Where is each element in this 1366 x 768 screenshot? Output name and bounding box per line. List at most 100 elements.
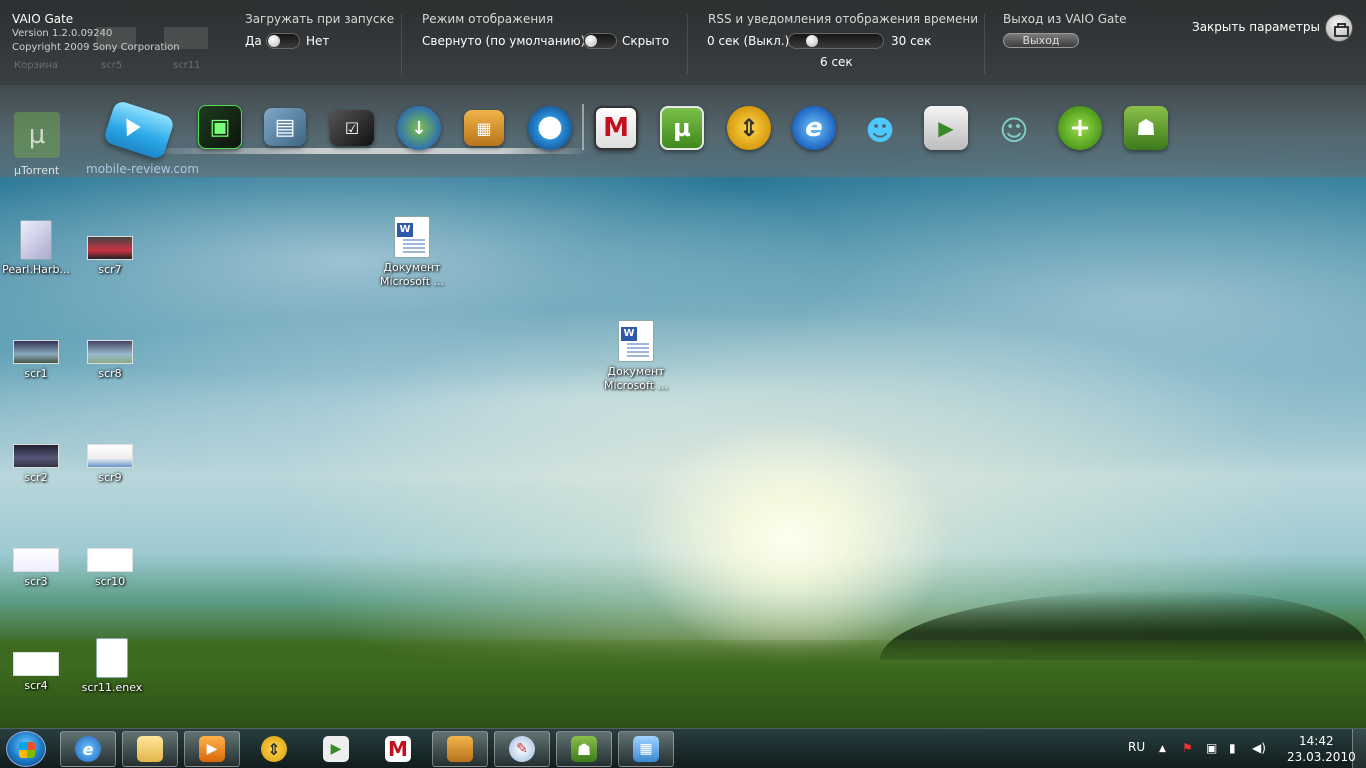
display-mode-collapsed-label: Свернуто (по умолчанию) [422, 34, 586, 48]
show-desktop-button[interactable] [1352, 729, 1366, 768]
desktop-icon-label: scr9 [98, 471, 122, 484]
taskbar-evernote[interactable]: ☗ [556, 731, 612, 767]
clock-time[interactable]: 14:42 [1299, 734, 1334, 748]
rss-max-label: 30 сек [891, 34, 932, 48]
autostart-yes-label: Да [245, 34, 262, 48]
image-thumbnail-icon [13, 444, 59, 468]
image-thumbnail-icon [13, 548, 59, 572]
mcafee-icon: M [385, 736, 411, 762]
volume-icon[interactable]: ◀) [1252, 741, 1266, 755]
language-indicator[interactable]: RU [1128, 740, 1145, 754]
desktop-icon-scr9[interactable]: scr9 [72, 444, 148, 485]
desktop-icon-label: Документ [607, 365, 665, 378]
divider [984, 14, 985, 74]
autostart-toggle[interactable] [266, 33, 300, 49]
desktop-icon-label: Pearl.Harb... [2, 263, 70, 276]
display-mode-toggle[interactable] [583, 33, 617, 49]
desktop-icon-label: scr7 [98, 263, 122, 276]
desktop-icon-label: Документ [383, 261, 441, 274]
taskbar-explorer[interactable] [122, 731, 178, 767]
desktop-icon-scr2[interactable]: scr2 [0, 444, 74, 485]
exit-button[interactable]: Выход [1003, 33, 1079, 48]
desktop-icon-label: scr10 [94, 575, 126, 588]
start-button[interactable] [6, 731, 46, 767]
ghost-label-scr5: scr5 [101, 60, 123, 71]
utorrent-desktop-ghost-icon: µ [14, 112, 60, 158]
taskbar-internet-explorer[interactable]: e [60, 731, 116, 767]
mcafee-icon[interactable]: M [594, 106, 638, 150]
contacts-icon[interactable]: ☺ [992, 108, 1036, 152]
desktop-icon-label: scr2 [24, 471, 48, 484]
evernote-icon: ☗ [571, 736, 597, 762]
photo-viewer-icon[interactable]: ▤ [264, 108, 306, 146]
media-player-icon: ▶ [199, 736, 225, 762]
taskbar-mcafee[interactable]: M [370, 731, 426, 767]
paint-palette-icon: ✎ [509, 736, 535, 762]
internet-explorer-icon: e [75, 736, 101, 762]
taskbar-bittorrent[interactable]: ⇕ [246, 731, 302, 767]
control-panel-icon: ▦ [633, 736, 659, 762]
add-item-icon[interactable]: + [1058, 106, 1102, 150]
toolbox-icon[interactable] [1325, 14, 1353, 42]
package-icon[interactable]: ▦ [464, 110, 504, 146]
slider-thumb[interactable] [806, 35, 818, 47]
rss-duration-slider[interactable] [788, 33, 884, 49]
power-icon[interactable]: ▣ [1206, 741, 1217, 755]
clock-date[interactable]: 23.03.2010 [1287, 750, 1356, 764]
network-signal-icon[interactable]: ▮ [1229, 741, 1236, 755]
flag-icon[interactable]: ⚑ [1182, 741, 1193, 755]
image-thumbnail-icon [87, 340, 133, 364]
desktop-icon-label: scr8 [98, 367, 122, 380]
close-params-link[interactable]: Закрыть параметры [1192, 20, 1320, 34]
taskbar-control-panel[interactable]: ▦ [618, 731, 674, 767]
desktop-icon-scr10[interactable]: scr10 [72, 548, 148, 589]
divider [401, 14, 402, 74]
divider [687, 14, 688, 74]
internet-explorer-icon[interactable]: e [792, 106, 836, 150]
rss-min-label: 0 сек (Выкл.) [707, 34, 790, 48]
desktop-icon-label: scr1 [24, 367, 48, 380]
image-thumbnail-icon [13, 652, 59, 676]
desktop-icon-word-doc-1[interactable]: W Документ Microsoft ... [374, 216, 450, 289]
media-center-icon[interactable]: ▶ [924, 106, 968, 150]
desktop-icon-pearl-harbor[interactable]: Pearl.Harb... [0, 220, 74, 277]
sync-icon[interactable] [528, 106, 572, 150]
utorrent-icon[interactable]: µ [660, 106, 704, 150]
desktop-icon-word-doc-2[interactable]: W Документ Microsoft ... [598, 320, 674, 393]
messenger-icon[interactable]: ☻ [858, 108, 902, 152]
bittorrent-icon: ⇕ [261, 736, 287, 762]
image-thumbnail-icon [87, 236, 133, 260]
watermark-text: mobile-review.com [86, 162, 200, 176]
show-hidden-icons-icon[interactable]: ▲ [1159, 744, 1166, 754]
evernote-icon[interactable]: ☗ [1124, 106, 1168, 150]
web-download-icon[interactable]: ↓ [397, 106, 441, 150]
desktop-icon-scr1[interactable]: scr1 [0, 340, 74, 381]
image-thumbnail-icon [87, 548, 133, 572]
word-document-icon: W [394, 216, 430, 258]
desktop-icon-scr4[interactable]: scr4 [0, 652, 74, 693]
desktop-icon-label: Microsoft ... [379, 275, 445, 288]
desktop-icon-label: Microsoft ... [603, 379, 669, 392]
ghost-label-recycle-bin: Корзина [14, 60, 59, 71]
desktop-icon-scr8[interactable]: scr8 [72, 340, 148, 381]
desktop-icon-label: scr3 [24, 575, 48, 588]
word-document-icon: W [618, 320, 654, 362]
media-gallery-icon[interactable]: ▣ [198, 105, 242, 149]
autostart-no-label: Нет [306, 34, 330, 48]
bittorrent-icon[interactable]: ⇕ [727, 106, 771, 150]
taskbar-media-center[interactable]: ▶ [308, 731, 364, 767]
taskbar-package[interactable] [432, 731, 488, 767]
desktop-icon-scr11-enex[interactable]: scr11.enex [74, 638, 150, 695]
rss-heading: RSS и уведомления отображения времени [708, 12, 979, 26]
taskbar-media-player[interactable]: ▶ [184, 731, 240, 767]
toggle-knob [585, 35, 597, 47]
taskbar-paint[interactable]: ✎ [494, 731, 550, 767]
toggle-knob [268, 35, 280, 47]
blank-file-icon [96, 638, 128, 678]
image-thumbnail-icon [87, 444, 133, 468]
desktop-icon-scr3[interactable]: scr3 [0, 548, 74, 589]
vaio-notebook-icon[interactable]: ☑ [330, 110, 374, 146]
utorrent-ghost-label: µTorrent [14, 164, 60, 177]
desktop-icon-scr7[interactable]: scr7 [72, 236, 148, 277]
display-mode-heading: Режим отображения [422, 12, 554, 26]
